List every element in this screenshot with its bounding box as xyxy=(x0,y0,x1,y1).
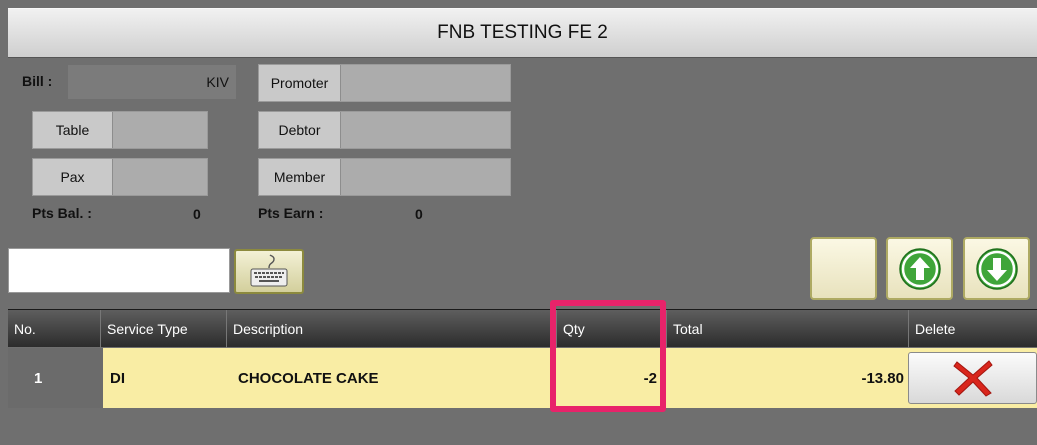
row-description: CHOCOLATE CAKE xyxy=(238,369,379,387)
bill-value-field: KIV xyxy=(68,65,236,99)
column-header-description: Description xyxy=(226,310,556,348)
promoter-field[interactable]: Promoter xyxy=(258,64,511,102)
column-header-total: Total xyxy=(666,310,908,348)
member-field-label: Member xyxy=(259,159,341,195)
table-header: No. Service Type Description Qty Total D… xyxy=(8,309,1037,348)
points-earn-label: Pts Earn : xyxy=(258,205,324,221)
column-header-service-type: Service Type xyxy=(100,310,226,348)
column-header-no: No. xyxy=(14,321,36,337)
arrow-down-icon xyxy=(975,247,1018,290)
member-field-value xyxy=(341,159,510,195)
row-service-type: DI xyxy=(110,369,125,387)
delete-row-button[interactable] xyxy=(908,352,1037,404)
points-balance-label: Pts Bal. : xyxy=(32,205,92,221)
search-input[interactable] xyxy=(8,248,230,293)
points-earn-value: 0 xyxy=(415,206,423,222)
bill-label: Bill : xyxy=(22,73,53,89)
member-field[interactable]: Member xyxy=(258,158,511,196)
table-row[interactable]: 1 DI CHOCOLATE CAKE -2 -13.80 xyxy=(8,348,1037,408)
keyboard-icon xyxy=(250,253,288,286)
row-number: 1 xyxy=(8,348,103,408)
debtor-field[interactable]: Debtor xyxy=(258,111,511,149)
pax-field-value xyxy=(113,159,207,195)
points-balance-value: 0 xyxy=(193,206,201,222)
debtor-field-value xyxy=(341,112,510,148)
window-title: FNB TESTING FE 2 xyxy=(437,22,608,43)
scroll-up-button[interactable] xyxy=(886,237,953,300)
pax-field[interactable]: Pax xyxy=(32,158,208,196)
qty-highlight-frame xyxy=(550,300,666,412)
arrow-up-icon xyxy=(898,247,941,290)
row-total: -13.80 xyxy=(861,369,904,387)
blank-button[interactable] xyxy=(810,237,877,300)
debtor-field-label: Debtor xyxy=(259,112,341,148)
promoter-field-value xyxy=(341,65,510,101)
table-field[interactable]: Table xyxy=(32,111,208,149)
window-title-bar: FNB TESTING FE 2 xyxy=(8,8,1037,58)
scroll-down-button[interactable] xyxy=(963,237,1030,300)
column-header-delete: Delete xyxy=(908,310,1037,348)
bill-value: KIV xyxy=(206,74,229,90)
table-field-label: Table xyxy=(33,112,113,148)
close-icon xyxy=(952,360,993,397)
keyboard-button[interactable] xyxy=(234,249,304,294)
table-field-value xyxy=(113,112,207,148)
promoter-field-label: Promoter xyxy=(259,65,341,101)
pax-field-label: Pax xyxy=(33,159,113,195)
